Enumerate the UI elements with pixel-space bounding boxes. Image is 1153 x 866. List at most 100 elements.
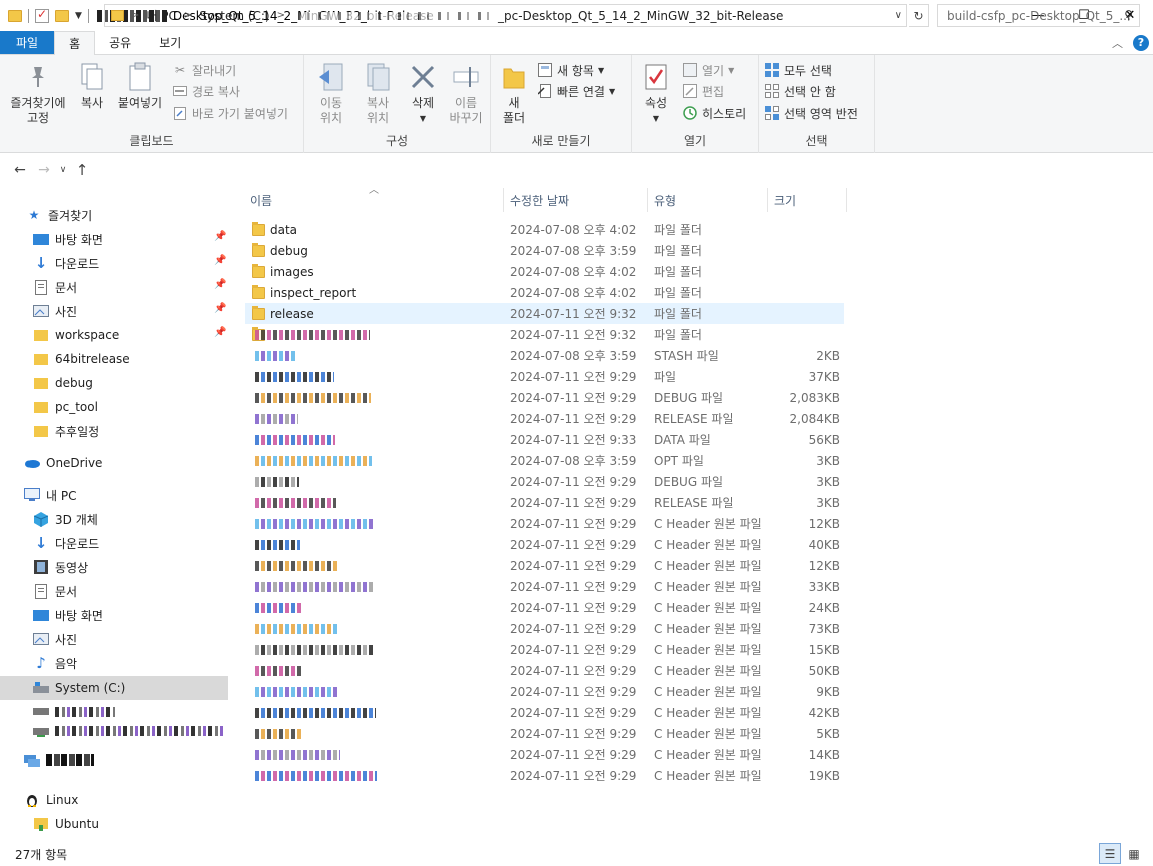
select-all-button[interactable]: 모두 선택: [764, 60, 832, 80]
nav-linux[interactable]: Linux: [24, 788, 78, 812]
table-row[interactable]: 2024-07-11 오전 9:29 C Header 원본 파일 33KB: [245, 576, 844, 597]
tab-view[interactable]: 보기: [145, 31, 195, 54]
column-divider[interactable]: [846, 188, 847, 212]
select-none-button[interactable]: 선택 안 함: [764, 81, 836, 101]
nav-item-64bitrelease[interactable]: 64bitrelease: [33, 347, 130, 371]
recent-locations-chevron-icon[interactable]: ∨: [56, 165, 70, 175]
nav-item-pc-downloads[interactable]: ↓ 다운로드: [33, 531, 99, 555]
nav-this-pc[interactable]: 내 PC: [24, 483, 76, 507]
table-row[interactable]: 2024-07-11 오전 9:29 C Header 원본 파일 15KB: [245, 639, 844, 660]
nav-quick-access[interactable]: ★ 즐겨찾기: [26, 203, 93, 227]
edit-button[interactable]: 편집: [682, 81, 724, 101]
table-row[interactable]: 2024-07-11 오전 9:29 DEBUG 파일 3KB: [245, 471, 844, 492]
nav-item-desktop[interactable]: 바탕 화면: [33, 227, 103, 251]
breadcrumb-this-pc[interactable]: 내 PC: [146, 7, 176, 24]
collapse-ribbon-chevron-icon[interactable]: ︿: [1112, 35, 1123, 51]
nav-item-pc-tool[interactable]: pc_tool: [33, 395, 98, 419]
delete-button[interactable]: 삭제 ▼: [405, 61, 441, 126]
details-view-icon[interactable]: ☰: [1099, 843, 1121, 864]
properties-quick-icon[interactable]: [35, 7, 49, 23]
rename-button[interactable]: 이름 바꾸기: [446, 61, 486, 126]
copy-button[interactable]: 복사: [74, 61, 110, 111]
table-row[interactable]: 2024-07-11 오전 9:29 RELEASE 파일 3KB: [245, 492, 844, 513]
move-to-button[interactable]: 이동 위치: [310, 61, 352, 126]
table-row[interactable]: 2024-07-11 오전 9:29 C Header 원본 파일 12KB: [245, 555, 844, 576]
nav-item-workspace[interactable]: workspace: [33, 323, 119, 347]
pin-quick-access-button[interactable]: 즐겨찾기에 고정: [6, 61, 70, 126]
table-row[interactable]: 2024-07-11 오전 9:29 C Header 원본 파일 12KB: [245, 513, 844, 534]
history-button[interactable]: 히스토리: [682, 103, 746, 123]
address-bar[interactable]: > 내 PC > System (C:) > _pc-Desktop_Qt_5_…: [104, 4, 907, 27]
help-icon[interactable]: ?: [1133, 34, 1149, 51]
table-row[interactable]: 2024-07-11 오전 9:29 C Header 원본 파일 5KB: [245, 723, 844, 744]
table-row[interactable]: 2024-07-11 오전 9:29 C Header 원본 파일 19KB: [245, 765, 844, 786]
table-row[interactable]: debug 2024-07-08 오후 3:59 파일 폴더: [245, 240, 844, 261]
copy-path-button[interactable]: 경로 복사: [172, 81, 240, 101]
table-row[interactable]: 2024-07-11 오전 9:29 C Header 원본 파일 42KB: [245, 702, 844, 723]
nav-item-videos[interactable]: 동영상: [33, 555, 88, 579]
nav-item-ubuntu[interactable]: Ubuntu: [33, 812, 99, 836]
address-dropdown-chevron-icon[interactable]: ∨: [895, 10, 902, 21]
table-row[interactable]: inspect_report 2024-07-08 오후 4:02 파일 폴더: [245, 282, 844, 303]
breadcrumb-system-c[interactable]: System (C:): [199, 9, 269, 23]
table-row[interactable]: 2024-07-11 오전 9:29 RELEASE 파일 2,084KB: [245, 408, 844, 429]
large-icons-view-icon[interactable]: ▦: [1123, 843, 1145, 864]
back-arrow-icon[interactable]: ←: [8, 162, 32, 178]
nav-item-system-c[interactable]: System (C:): [0, 676, 228, 700]
nav-item-pc-pictures[interactable]: 사진: [33, 627, 77, 651]
customize-toolbar-chevron-icon[interactable]: ▼: [75, 11, 82, 21]
nav-onedrive[interactable]: OneDrive: [24, 451, 102, 475]
nav-item-redacted-drive-2[interactable]: [33, 719, 225, 743]
nav-item-music[interactable]: ♪ 음악: [33, 651, 77, 675]
properties-dropdown-icon[interactable]: ▼: [653, 111, 659, 126]
nav-item-pc-documents[interactable]: 문서: [33, 579, 77, 603]
nav-item-downloads[interactable]: ↓ 다운로드: [33, 251, 99, 275]
table-row[interactable]: 2024-07-11 오전 9:29 C Header 원본 파일 24KB: [245, 597, 844, 618]
table-row[interactable]: 2024-07-11 오전 9:29 C Header 원본 파일 14KB: [245, 744, 844, 765]
table-row[interactable]: 2024-07-08 오후 3:59 OPT 파일 3KB: [245, 450, 844, 471]
search-input[interactable]: build-csfp_pc-Desktop_Qt_5_... ⚲: [937, 4, 1140, 27]
paste-shortcut-button[interactable]: 바로 가기 붙여넣기: [172, 103, 288, 123]
table-row[interactable]: 2024-07-11 오전 9:33 DATA 파일 56KB: [245, 429, 844, 450]
paste-button[interactable]: 붙여넣기: [113, 61, 167, 111]
tab-file[interactable]: 파일: [0, 31, 55, 54]
column-header-type[interactable]: 유형: [654, 188, 676, 212]
easy-access-button[interactable]: 빠른 연결 ▼: [537, 81, 615, 101]
column-divider[interactable]: [767, 188, 768, 212]
table-row[interactable]: 2024-07-11 오전 9:29 DEBUG 파일 2,083KB: [245, 387, 844, 408]
table-row[interactable]: 2024-07-11 오전 9:29 C Header 원본 파일 73KB: [245, 618, 844, 639]
nav-item-pc-desktop[interactable]: 바탕 화면: [33, 603, 103, 627]
cut-button[interactable]: ✂ 잘라내기: [172, 60, 236, 80]
new-folder-button[interactable]: 새 폴더: [497, 61, 531, 126]
nav-item-3d-objects[interactable]: 3D 개체: [33, 507, 98, 531]
forward-arrow-icon[interactable]: →: [32, 162, 56, 178]
invert-selection-button[interactable]: 선택 영역 반전: [764, 103, 858, 123]
up-arrow-icon[interactable]: ↑: [70, 161, 94, 179]
column-header-date[interactable]: 수정한 날짜: [510, 188, 569, 212]
tab-share[interactable]: 공유: [95, 31, 145, 54]
open-button[interactable]: 열기 ▼: [682, 60, 734, 80]
table-row[interactable]: 2024-07-11 오전 9:29 C Header 원본 파일 9KB: [245, 681, 844, 702]
table-row[interactable]: release 2024-07-11 오전 9:32 파일 폴더: [245, 303, 844, 324]
properties-button[interactable]: 속성 ▼: [638, 61, 674, 126]
column-header-name[interactable]: 이름: [250, 188, 272, 212]
new-item-button[interactable]: 새 항목 ▼: [537, 60, 604, 80]
copy-to-button[interactable]: 복사 위치: [357, 61, 399, 126]
table-row[interactable]: images 2024-07-08 오후 4:02 파일 폴더: [245, 261, 844, 282]
nav-item-schedule[interactable]: 추후일정: [33, 419, 99, 443]
new-folder-quick-icon[interactable]: [55, 9, 69, 22]
table-row[interactable]: 2024-07-11 오전 9:29 파일 37KB: [245, 366, 844, 387]
breadcrumb-current-folder[interactable]: _pc-Desktop_Qt_5_14_2_MinGW_32_bit-Relea…: [498, 9, 783, 23]
column-header-size[interactable]: 크기: [774, 188, 796, 212]
column-divider[interactable]: [647, 188, 648, 212]
nav-network[interactable]: [24, 748, 94, 772]
table-row[interactable]: 2024-07-11 오전 9:32 파일 폴더: [245, 324, 844, 345]
table-row[interactable]: 2024-07-11 오전 9:29 C Header 원본 파일 50KB: [245, 660, 844, 681]
column-divider[interactable]: [503, 188, 504, 212]
refresh-icon[interactable]: ↻: [909, 4, 929, 27]
table-row[interactable]: 2024-07-11 오전 9:29 C Header 원본 파일 40KB: [245, 534, 844, 555]
tab-home[interactable]: 홈: [54, 31, 96, 55]
nav-item-pictures[interactable]: 사진: [33, 299, 77, 323]
delete-dropdown-icon[interactable]: ▼: [420, 111, 426, 126]
table-row[interactable]: 2024-07-08 오후 3:59 STASH 파일 2KB: [245, 345, 844, 366]
